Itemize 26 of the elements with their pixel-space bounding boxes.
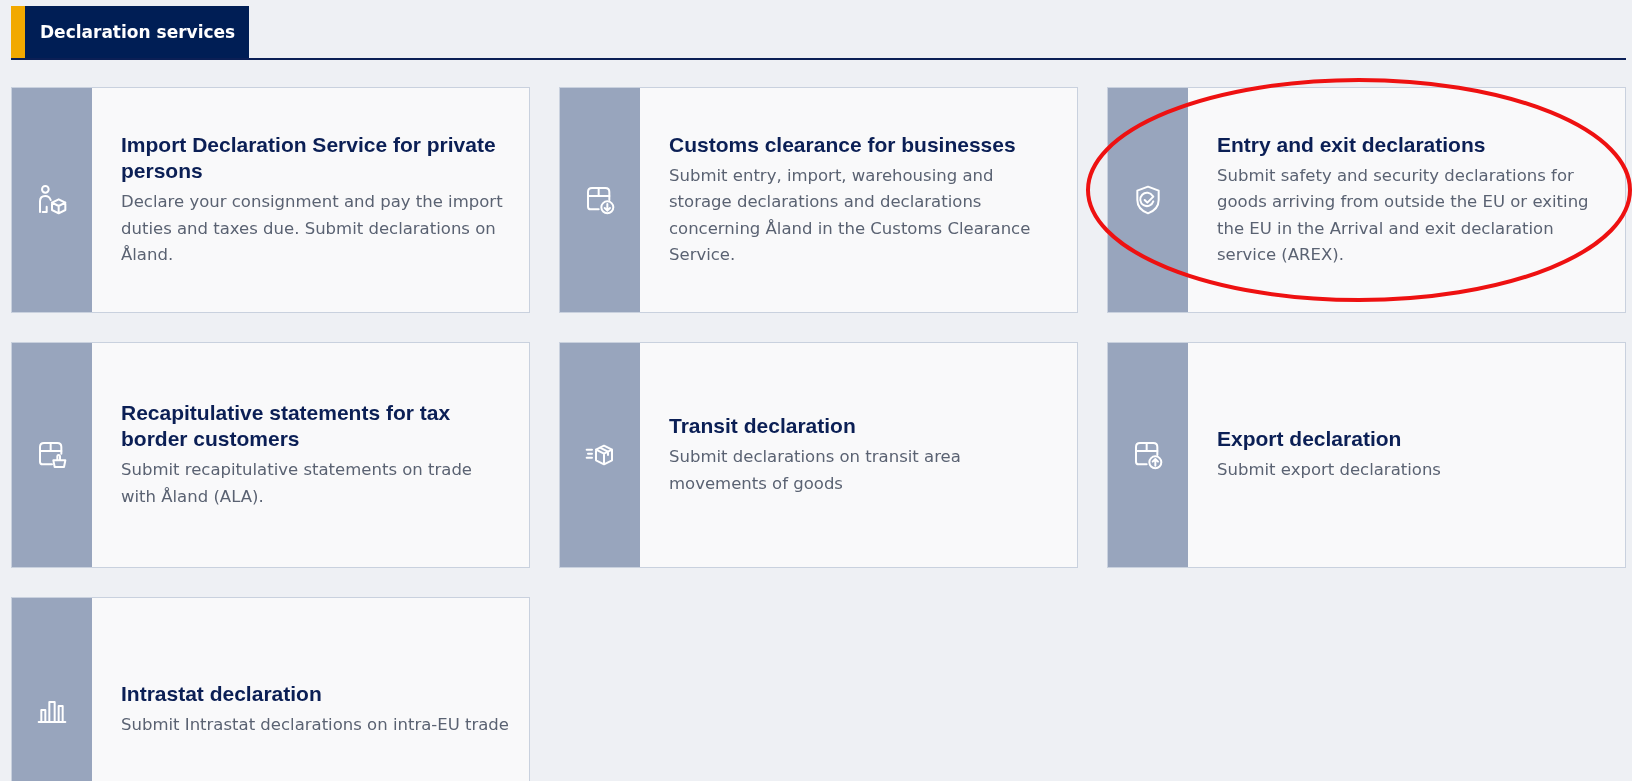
card-title: Intrastat declaration xyxy=(121,681,323,708)
box-upload-icon xyxy=(1132,439,1164,471)
card-title: Export declaration xyxy=(1217,426,1403,453)
service-card[interactable]: Customs clearance for businesses Submit entry, import, warehousing and storage declarations and declarations concerning Åland in the Customs Clearance Service. xyxy=(559,87,1078,313)
card-title: Entry and exit declarations xyxy=(1217,131,1487,158)
card-description: Submit Intrastat declarations on intra-EU trade xyxy=(121,714,509,737)
box-download-icon xyxy=(584,184,616,216)
card-description: Submit recapitulative statements on trade with Åland (ALA). xyxy=(121,459,473,508)
service-card[interactable]: Intrastat declaration Submit Intrastat declarations on intra-EU trade xyxy=(11,597,530,781)
service-card[interactable]: Transit declaration Submit declarations on transit area movements of goods xyxy=(559,342,1078,568)
card-description: Submit entry, import, warehousing and storage declarations and declarations concerning Åland in the Customs Clearance Service. xyxy=(669,164,1032,266)
service-card[interactable]: Export declaration Submit export declarations xyxy=(1107,342,1626,568)
card-description: Declare your consignment and pay the import duties and taxes due. Submit declarations on Åland. xyxy=(121,191,504,266)
box-basket-icon xyxy=(36,439,68,471)
card-description: Submit declarations on transit area movements of goods xyxy=(669,446,962,495)
card-title: Import Declaration Service for private persons xyxy=(121,131,497,184)
card-title: Customs clearance for businesses xyxy=(669,131,1017,158)
card-title: Recapitulative statements for tax border customers xyxy=(121,399,452,453)
person-box-icon xyxy=(36,184,68,216)
card-title: Transit declaration xyxy=(669,413,857,439)
card-description: Submit safety and security declarations for goods arriving from outside the EU or exiting the EU in the Arrival and exit declaration service (AREX). xyxy=(1217,164,1590,266)
service-card[interactable]: Import Declaration Service for private persons Declare your consignment and pay the import duties and taxes due. Submit declarations on Åland. xyxy=(11,87,530,313)
section-tab[interactable]: Declaration services xyxy=(11,6,250,58)
card-description: Submit export declarations xyxy=(1217,459,1441,482)
service-card[interactable]: Entry and exit declarations Submit safety and security declarations for goods arriving from outside the EU or exiting the EU in the Arrival and exit declaration service (AREX). xyxy=(1107,87,1626,313)
service-card[interactable]: Recapitulative statements for tax border customers Submit recapitulative statements on trade with Åland (ALA). xyxy=(11,342,530,568)
